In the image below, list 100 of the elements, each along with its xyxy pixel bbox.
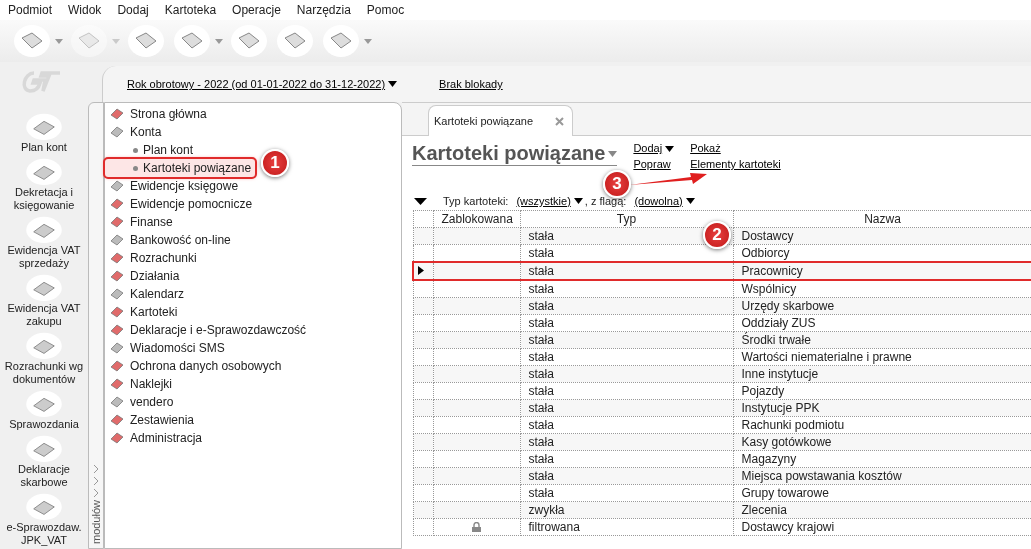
module-button[interactable]: Deklaracje skarbowe [0,434,88,489]
action-link[interactable]: Pokaż [690,142,781,155]
caret-icon [112,38,120,44]
table-cell: Środki trwałe [733,331,1031,349]
tree-item[interactable]: Finanse [105,213,177,231]
tree-item[interactable]: Działania [105,267,184,285]
tree-item[interactable]: Kalendarz [105,285,189,303]
tree-item[interactable]: Ochrona danych osobowych [105,357,286,375]
table-cell: stała [520,280,733,298]
module-icon [24,157,64,185]
caret-icon [685,198,695,204]
type-filter[interactable]: (wszystkie) [516,195,583,207]
tree-item[interactable]: Zestawienia [105,411,199,429]
module-icon [109,287,125,301]
table-cell: stała [520,314,733,332]
tree-item[interactable]: vendero [105,393,178,411]
chevron-icon[interactable] [92,487,100,498]
module-icon [24,434,64,462]
filter-label: Typ kartoteki: [443,195,509,207]
menu-item[interactable]: Kartoteka [156,3,225,17]
module-button[interactable]: e-Sprawozdaw. JPK_VAT [0,492,88,547]
strip-label: modułów [90,499,102,544]
tree-item[interactable]: Rozrachunki [105,249,201,267]
module-button[interactable]: Rozrachunki wg dokumentów [0,331,88,386]
module-icon [109,125,125,139]
table-cell: stała [520,297,733,315]
module-button[interactable]: Sprawozdania [0,389,88,431]
module-icon [109,197,125,211]
tree-item[interactable]: Naklejki [105,375,176,393]
collapse-icon[interactable] [414,197,427,205]
caret-icon [215,38,223,44]
module-icon [109,251,125,265]
tree-item[interactable]: Konta [105,123,166,141]
lock-link[interactable]: Brak blokady [439,78,503,90]
module-icon [109,359,125,373]
filter-label: , z flagą: [584,195,627,207]
action-link[interactable]: Elementy kartoteki [690,158,781,171]
module-icon [109,341,125,355]
toolbar-button[interactable] [12,24,63,58]
table-cell: stała [520,399,733,417]
module-icon [109,431,125,445]
table-cell: stała [520,484,733,502]
menu-item[interactable]: Widok [60,3,110,17]
tree-item[interactable]: Administracja [105,429,207,447]
module-icon [24,389,64,417]
module-button[interactable]: Ewidencja VAT zakupu [0,273,88,328]
module-icon [109,305,125,319]
module-button[interactable]: Ewidencja VAT sprzedaży [0,215,88,270]
table-cell: stała [520,262,733,280]
module-icon [24,112,64,140]
toolbar-icon [321,24,361,58]
tree-item[interactable]: Kartoteki powiązane [105,159,256,177]
menu-item[interactable]: Dodaj [109,3,157,17]
toolbar-button[interactable] [229,24,269,58]
tab[interactable]: Kartoteki powiązane [428,105,574,136]
tree-item[interactable]: Ewidencje księgowe [105,177,243,195]
tree-item[interactable]: Ewidencje pomocnicze [105,195,257,213]
module-button[interactable]: Dekretacja i księgowanie [0,157,88,212]
toolbar-button[interactable] [126,24,166,58]
tree-item[interactable]: Bankowość on-line [105,231,235,249]
tree-item[interactable]: Strona główna [105,105,211,123]
module-icon [109,215,125,229]
module-icon [24,331,64,359]
action-link[interactable]: Dodaj [633,142,675,155]
toolbar-icon [172,24,212,58]
column-header[interactable]: Nazwa [733,210,1031,228]
module-button[interactable]: Plan kont [0,112,88,154]
toolbar-button[interactable] [321,24,372,58]
column-header[interactable]: Typ [520,210,733,228]
period-link[interactable]: Rok obrotowy - 2022 (od 01-01-2022 do 31-12-2022) [127,78,398,90]
table-cell: Inne instytucje [733,365,1031,383]
menu-item[interactable]: Operacje [224,3,289,17]
menu-item[interactable]: Pomoc [358,3,413,17]
toolbar-button[interactable] [172,24,223,58]
module-icon [109,395,125,409]
flag-filter[interactable]: (dowolna) [634,195,695,207]
tree-item[interactable]: Plan kont [105,141,198,159]
tree-item[interactable]: Kartoteki [105,303,182,321]
module-icon [24,492,64,520]
chevron-icon[interactable] [92,463,100,474]
close-icon[interactable] [555,116,565,126]
table-cell: stała [520,467,733,485]
menu-item[interactable]: Podmiot [0,3,61,17]
tree-item[interactable]: Deklaracje i e-Sprawozdawczość [105,321,311,339]
caret-icon [55,38,63,44]
column-header[interactable]: Zablokowana [433,210,520,228]
chevron-icon[interactable] [92,475,100,486]
page-title[interactable]: Kartoteki powiązane [412,142,618,166]
action-link[interactable]: Popraw [633,158,675,171]
tree-item[interactable]: Wiadomości SMS [105,339,229,357]
module-icon [24,273,64,301]
toolbar-button[interactable] [275,24,315,58]
toolbar-icon [275,24,315,58]
toolbar-icon [126,24,166,58]
table-cell: filtrowana [520,518,733,536]
menu-item[interactable]: Narzędzia [288,3,359,17]
table-cell: Instytucje PPK [733,399,1031,417]
table-cell: Pracownicy [733,262,1031,280]
toolbar-icon [229,24,269,58]
table-cell: stała [520,331,733,349]
